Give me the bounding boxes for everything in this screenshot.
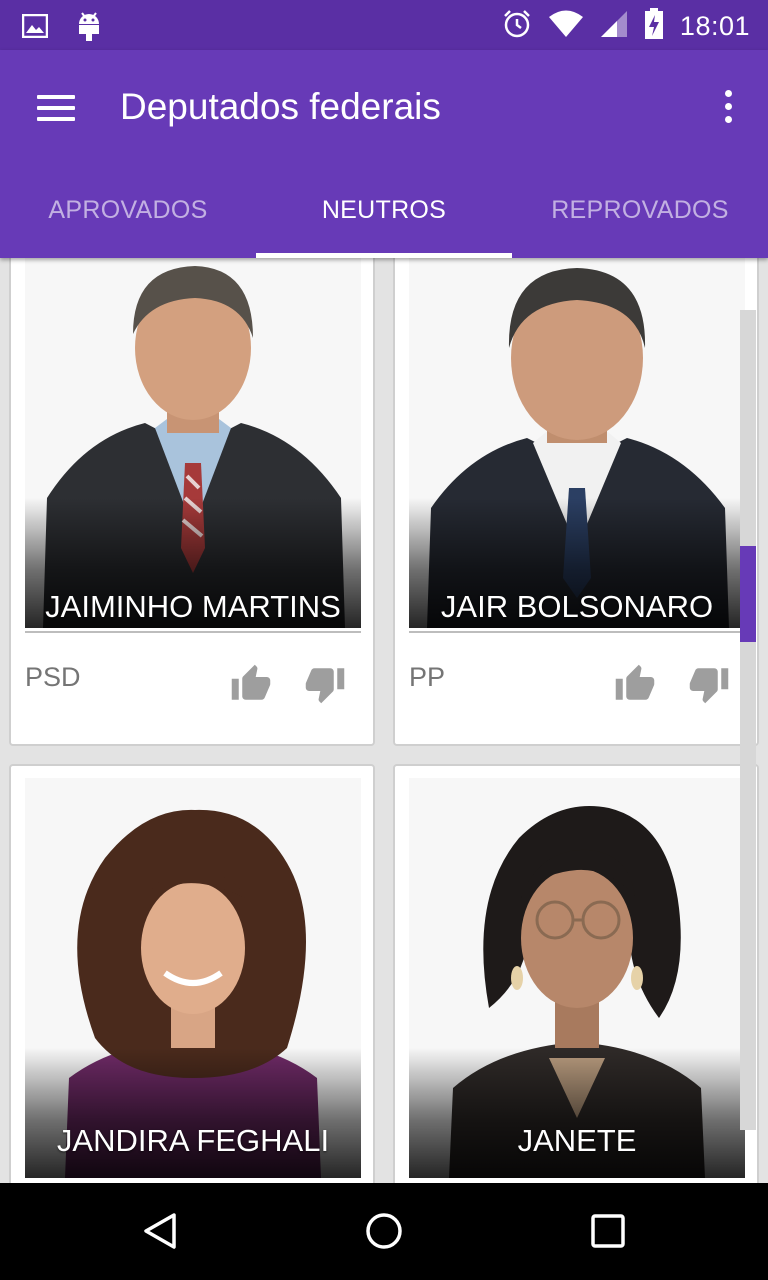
deputies-grid: JAIMINHO MARTINS PSD JAIR BOLSONARO PP J… — [0, 258, 768, 1183]
tab-bar: APROVADOS NEUTROS REPROVADOS — [0, 162, 768, 258]
android-notification-icon — [76, 10, 102, 47]
deputy-photo: JANETE — [409, 778, 745, 1178]
status-bar: 18:01 — [0, 0, 768, 50]
alarm-icon — [502, 9, 532, 44]
deputy-name: JAIMINHO MARTINS — [45, 589, 341, 624]
divider — [25, 631, 361, 633]
hamburger-menu-icon[interactable] — [32, 84, 80, 132]
party-label: PSD — [25, 662, 81, 692]
deputy-photo: JANDIRA FEGHALI — [25, 778, 361, 1178]
thumb-up-icon[interactable] — [609, 658, 661, 710]
party-label: PP — [409, 662, 446, 692]
signal-icon — [600, 10, 628, 43]
tab-neutros[interactable]: NEUTROS — [256, 162, 512, 258]
home-icon[interactable] — [360, 1207, 408, 1255]
back-icon[interactable] — [136, 1207, 184, 1255]
deputy-photo: JAIR BOLSONARO — [409, 258, 745, 628]
deputy-photo: JAIMINHO MARTINS — [25, 258, 361, 628]
deputy-name: JAIR BOLSONARO — [440, 589, 714, 624]
app-bar: Deputados federais APROVADOS NEUTROS REP… — [0, 50, 768, 258]
deputy-card[interactable]: JAIR BOLSONARO PP — [393, 258, 759, 746]
clock-time: 18:01 — [679, 11, 750, 41]
divider — [409, 631, 745, 633]
thumb-down-icon[interactable] — [683, 658, 735, 710]
navigation-bar — [0, 1183, 768, 1280]
deputy-card[interactable]: JAIMINHO MARTINS PSD — [9, 258, 375, 746]
thumb-down-icon[interactable] — [299, 658, 351, 710]
deputy-name: JANETE — [517, 1123, 637, 1158]
recents-icon[interactable] — [584, 1207, 632, 1255]
tab-reprovados[interactable]: REPROVADOS — [512, 162, 768, 258]
image-notification-icon — [21, 13, 49, 43]
page-title: Deputados federais — [120, 86, 441, 127]
wifi-icon — [548, 10, 584, 43]
scrollbar-track[interactable] — [740, 310, 756, 1130]
scrollbar-thumb[interactable] — [740, 546, 756, 642]
deputy-name: JANDIRA FEGHALI — [56, 1123, 330, 1158]
more-vert-icon[interactable] — [716, 86, 740, 126]
deputy-card[interactable]: JANDIRA FEGHALI — [9, 764, 375, 1183]
deputy-card[interactable]: JANETE — [393, 764, 759, 1183]
battery-charging-icon — [644, 8, 664, 45]
tab-aprovados[interactable]: APROVADOS — [0, 162, 256, 258]
thumb-up-icon[interactable] — [225, 658, 277, 710]
